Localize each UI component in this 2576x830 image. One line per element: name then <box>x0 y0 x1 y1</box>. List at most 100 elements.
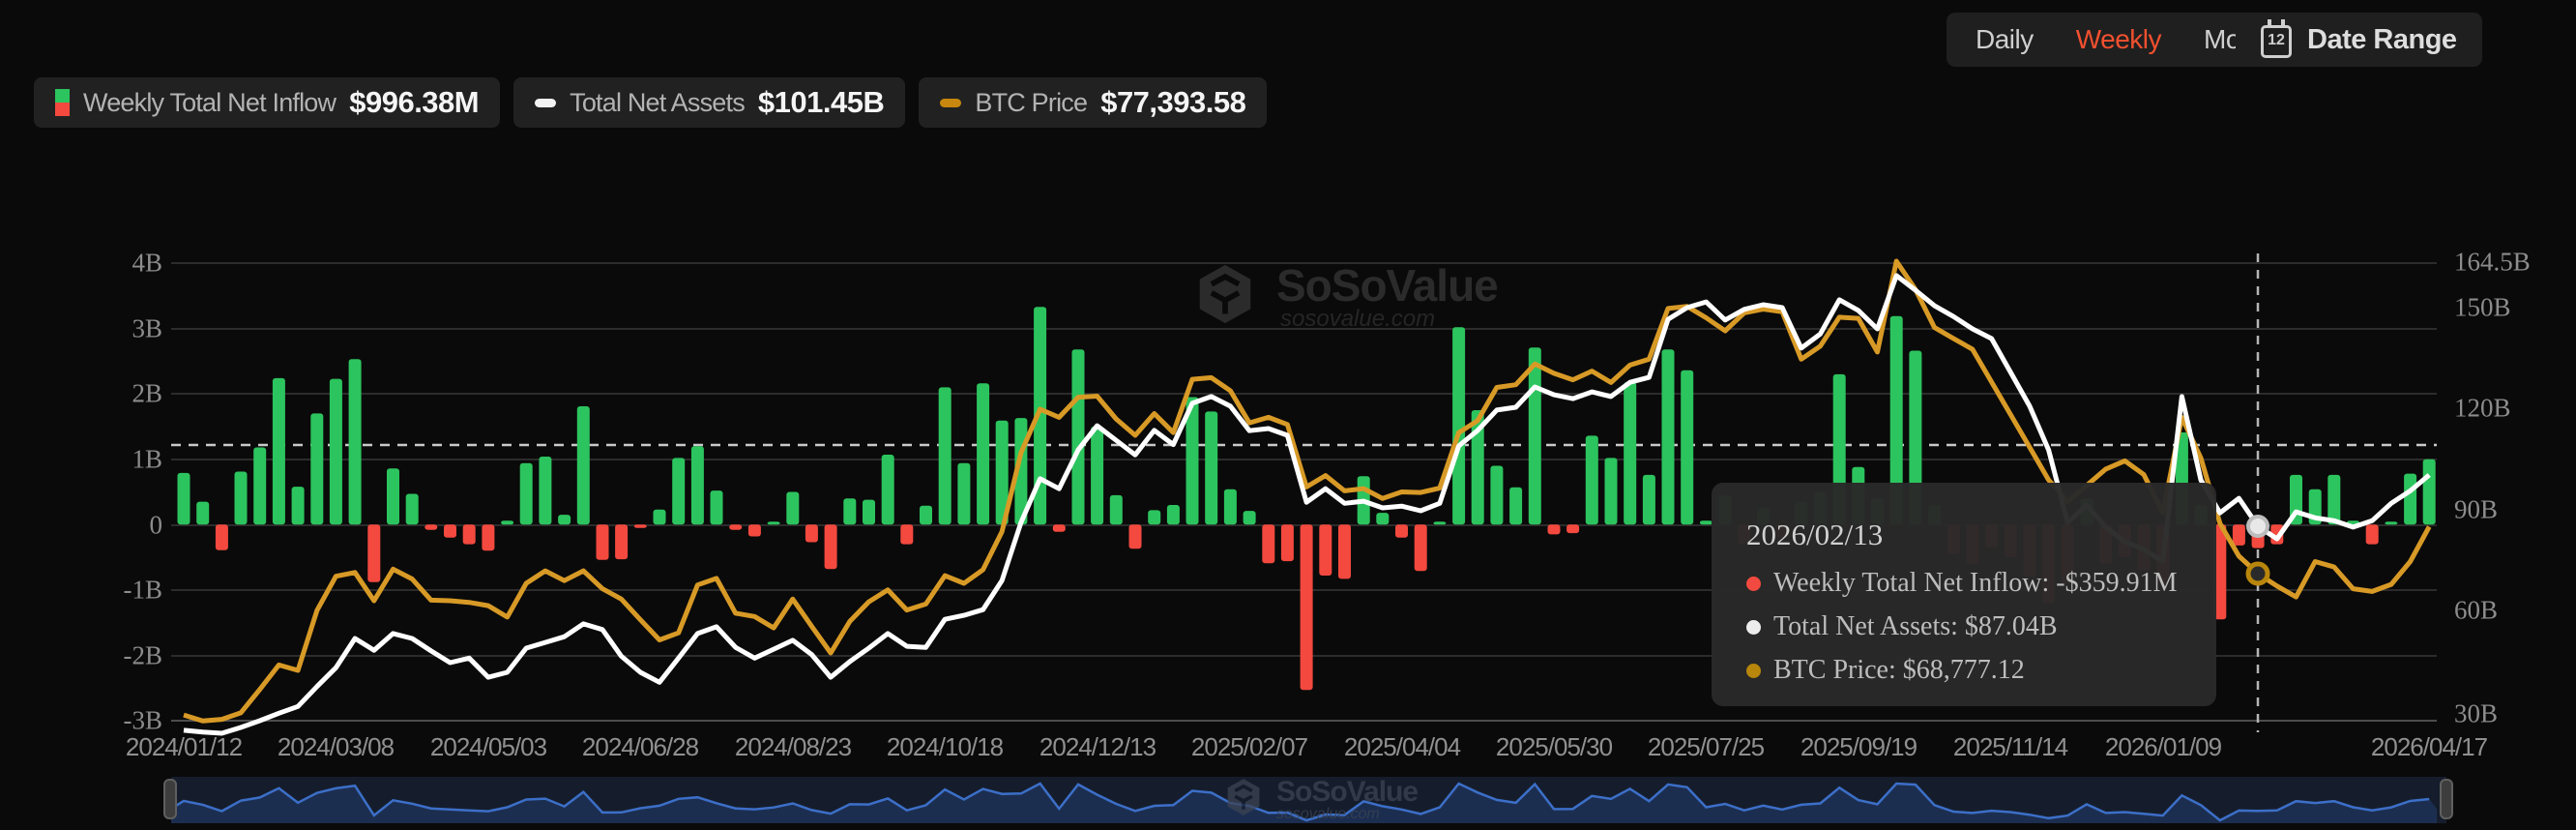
x-axis-label: 2026/01/09 <box>2105 732 2221 762</box>
legend-item-net-inflow[interactable]: Weekly Total Net Inflow $996.38M <box>34 77 500 128</box>
inflow-bar[interactable] <box>539 457 551 524</box>
inflow-bar[interactable] <box>920 506 932 525</box>
inflow-bar[interactable] <box>2423 459 2436 525</box>
inflow-bar[interactable] <box>1566 524 1579 533</box>
tooltip-row-inflow: Weekly Total Net Inflow: -$359.91M <box>1746 568 2216 599</box>
red-dot-icon <box>1746 577 1761 591</box>
inflow-bar[interactable] <box>597 524 609 560</box>
inflow-bar[interactable] <box>1433 521 1446 524</box>
inflow-bar[interactable] <box>1643 475 1655 524</box>
inflow-bar[interactable] <box>235 472 248 525</box>
inflow-bar[interactable] <box>1244 511 1256 524</box>
tab-weekly[interactable]: Weekly <box>2076 24 2161 55</box>
inflow-bar[interactable] <box>711 490 723 524</box>
navigator-handle-right[interactable] <box>2441 780 2452 818</box>
inflow-bar[interactable] <box>654 510 666 525</box>
inflow-bar[interactable] <box>444 524 456 538</box>
inflow-bar[interactable] <box>558 515 571 524</box>
inflow-bar[interactable] <box>786 492 799 525</box>
navigator-handle-left[interactable] <box>164 780 176 818</box>
inflow-bar[interactable] <box>292 487 305 524</box>
legend-value: $101.45B <box>758 85 884 120</box>
inflow-bar[interactable] <box>1605 458 1618 524</box>
inflow-bar[interactable] <box>1548 524 1561 534</box>
inflow-bar[interactable] <box>805 524 818 542</box>
white-dot-icon <box>1746 620 1761 635</box>
left-axis-label: 1B <box>132 445 162 475</box>
left-axis-label: 3B <box>132 314 162 344</box>
inflow-bar[interactable] <box>1262 524 1274 563</box>
inflow-bar[interactable] <box>672 458 685 524</box>
inflow-bar[interactable] <box>1376 513 1389 524</box>
inflow-bar[interactable] <box>1490 466 1503 525</box>
inflow-bar[interactable] <box>330 379 342 525</box>
inflow-bar[interactable] <box>216 524 228 549</box>
inflow-bar[interactable] <box>843 498 856 524</box>
inflow-bar[interactable] <box>1167 505 1180 524</box>
tab-daily[interactable]: Daily <box>1976 24 2034 55</box>
legend-item-net-assets[interactable]: Total Net Assets $101.45B <box>513 77 905 128</box>
inflow-bar[interactable] <box>1224 489 1237 525</box>
inflow-bar[interactable] <box>1053 524 1066 531</box>
inflow-bar[interactable] <box>863 500 875 525</box>
inflow-bar[interactable] <box>691 446 704 524</box>
inflow-bar[interactable] <box>1072 349 1085 524</box>
inflow-bar[interactable] <box>1452 327 1465 524</box>
inflow-bar[interactable] <box>1301 524 1313 690</box>
inflow-bar[interactable] <box>1338 524 1351 578</box>
legend-item-btc-price[interactable]: BTC Price $77,393.58 <box>919 77 1267 128</box>
inflow-bar[interactable] <box>1586 435 1598 524</box>
inflow-bar[interactable] <box>196 502 209 525</box>
inflow-bar[interactable] <box>939 387 951 524</box>
inflow-bar[interactable] <box>2404 474 2416 525</box>
inflow-bar[interactable] <box>1624 382 1636 524</box>
inflow-bar[interactable] <box>957 463 970 525</box>
inflow-bar[interactable] <box>406 494 419 525</box>
inflow-bar[interactable] <box>2233 524 2245 546</box>
inflow-bar[interactable] <box>577 406 590 524</box>
tooltip-row-btc-price: BTC Price: $68,777.12 <box>1746 655 2216 686</box>
inflow-bar[interactable] <box>2385 521 2397 524</box>
inflow-bar[interactable] <box>900 524 913 544</box>
inflow-bar[interactable] <box>1395 524 1408 538</box>
inflow-bar[interactable] <box>768 521 780 524</box>
inflow-bar[interactable] <box>1091 427 1103 524</box>
date-range-button[interactable]: 12 Date Range <box>2236 13 2482 67</box>
inflow-bar[interactable] <box>1281 524 1294 561</box>
inflow-bar[interactable] <box>1148 510 1160 524</box>
inflow-bar[interactable] <box>1509 488 1522 525</box>
inflow-bar[interactable] <box>463 524 476 544</box>
chart-tooltip: 2026/02/13 Weekly Total Net Inflow: -$35… <box>1712 483 2216 706</box>
inflow-bar[interactable] <box>1319 524 1332 576</box>
inflow-bar[interactable] <box>729 524 742 529</box>
inflow-bar[interactable] <box>1415 524 1427 571</box>
inflow-bar[interactable] <box>520 463 533 525</box>
inflow-bar[interactable] <box>977 383 989 524</box>
inflow-bar[interactable] <box>1129 524 1142 548</box>
inflow-bar[interactable] <box>1662 349 1675 524</box>
inflow-bar[interactable] <box>482 524 494 550</box>
inflow-bar[interactable] <box>634 524 647 527</box>
inflow-bar[interactable] <box>1110 495 1123 524</box>
inflow-bar[interactable] <box>615 524 628 559</box>
inflow-bar[interactable] <box>1205 411 1217 524</box>
inflow-bar[interactable] <box>178 473 190 524</box>
inflow-bar[interactable] <box>424 524 437 529</box>
inflow-bar[interactable] <box>501 520 513 524</box>
inflow-bar[interactable] <box>367 524 380 582</box>
left-axis-label: 2B <box>132 379 162 409</box>
inflow-bar[interactable] <box>1681 371 1693 525</box>
inflow-bar[interactable] <box>1700 520 1712 524</box>
legend-label: BTC Price <box>975 88 1087 118</box>
inflow-bar[interactable] <box>387 468 399 524</box>
inflow-bar[interactable] <box>310 413 323 524</box>
inflow-bar[interactable] <box>825 524 837 569</box>
inflow-bar[interactable] <box>1529 347 1541 524</box>
inflow-bar[interactable] <box>273 378 285 524</box>
inflow-bar[interactable] <box>2366 524 2379 544</box>
inflow-bar[interactable] <box>253 448 266 525</box>
inflow-bar[interactable] <box>748 524 761 536</box>
inflow-bar[interactable] <box>882 455 894 524</box>
inflow-bar[interactable] <box>349 359 362 524</box>
inflow-bar[interactable] <box>2327 475 2340 524</box>
